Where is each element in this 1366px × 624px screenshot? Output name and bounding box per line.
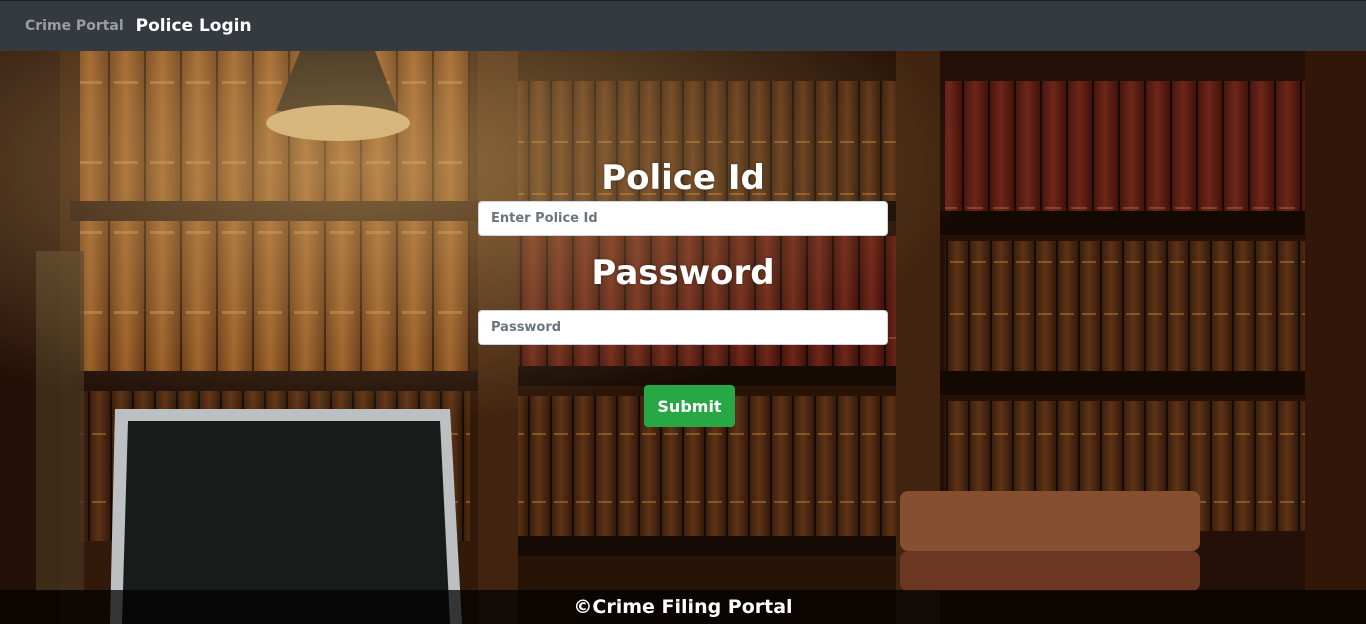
police-id-input[interactable] bbox=[478, 201, 888, 236]
police-id-label: Police Id bbox=[601, 158, 765, 198]
footer: ©Crime Filing Portal bbox=[0, 590, 1366, 624]
password-label: Password bbox=[591, 253, 775, 293]
top-navbar: Crime Portal Police Login bbox=[0, 0, 1366, 51]
brand-link[interactable]: Crime Portal bbox=[25, 18, 124, 34]
submit-button[interactable]: Submit bbox=[644, 385, 735, 427]
police-login-form: Police Id Password bbox=[478, 155, 888, 345]
footer-copyright: ©Crime Filing Portal bbox=[573, 596, 793, 618]
police-login-link[interactable]: Police Login bbox=[136, 16, 252, 36]
password-input[interactable] bbox=[478, 310, 888, 345]
